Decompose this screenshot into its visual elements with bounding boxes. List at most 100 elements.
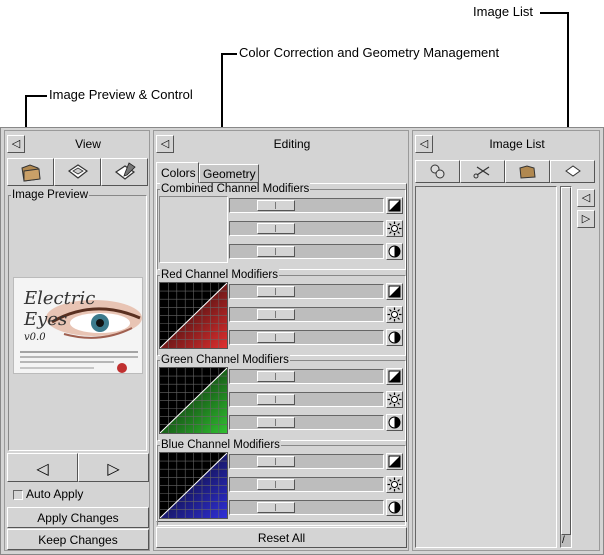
tab-colors[interactable]: Colors	[156, 162, 199, 184]
green-gamma-reset-button[interactable]	[386, 414, 403, 431]
scroll-left-icon: ◁	[581, 192, 591, 204]
tab-geometry[interactable]: Geometry	[199, 164, 259, 183]
cut-button[interactable]	[460, 160, 505, 183]
slider-thumb[interactable]	[257, 309, 295, 320]
blue-brightness-slider[interactable]	[229, 477, 384, 492]
scrollbar-thumb[interactable]	[561, 187, 571, 535]
image-thumbnail: Electric Eyes v0.0	[13, 277, 143, 374]
gamma-icon	[387, 244, 402, 259]
green-contrast-slider[interactable]	[229, 369, 384, 384]
callout-color-geometry: Color Correction and Geometry Management	[239, 45, 500, 60]
slider-thumb[interactable]	[257, 479, 295, 490]
editing-panel-title: Editing	[273, 137, 311, 151]
brightness-icon	[387, 392, 402, 407]
combined-gamma-reset-button[interactable]	[386, 243, 403, 260]
red-brightness-slider[interactable]	[229, 307, 384, 322]
save-disk-icon	[565, 165, 581, 177]
red-contrast-slider[interactable]	[229, 284, 384, 299]
callout-preview-control: Image Preview & Control	[49, 87, 193, 102]
red-contrast-reset-button[interactable]	[386, 283, 403, 300]
combined-contrast-reset-button[interactable]	[386, 197, 403, 214]
combined-curve-preview	[159, 196, 228, 263]
next-image-button[interactable]: ▷	[78, 453, 149, 482]
contrast-icon	[387, 369, 402, 384]
slider-thumb[interactable]	[257, 502, 295, 513]
auto-apply-checkbox[interactable]	[13, 490, 23, 500]
thumbnail-logo-text: Electric Eyes	[24, 288, 96, 330]
editing-panel-header: ◁ Editing	[154, 134, 408, 156]
open-button[interactable]	[505, 160, 550, 183]
green-brightness-slider[interactable]	[229, 392, 384, 407]
red-gamma-reset-button[interactable]	[386, 329, 403, 346]
tab-geometry-label: Geometry	[203, 167, 256, 181]
vertical-scrollbar[interactable]: /	[560, 186, 572, 548]
slider-thumb[interactable]	[257, 200, 295, 211]
callout-line	[221, 53, 237, 55]
collapse-panel-button[interactable]: ◁	[415, 135, 433, 153]
save-button[interactable]	[550, 160, 595, 183]
save-disk-icon	[67, 164, 89, 179]
previous-image-button[interactable]: ◁	[7, 453, 78, 482]
callout-image-list: Image List	[473, 4, 533, 19]
green-contrast-reset-button[interactable]	[386, 368, 403, 385]
gamma-icon	[387, 415, 402, 430]
slider-thumb[interactable]	[257, 286, 295, 297]
image-list-area[interactable]	[415, 186, 557, 548]
image-list-panel: ◁ Image List / ◁ ▷	[412, 130, 600, 551]
tab-colors-label: Colors	[161, 166, 196, 180]
gamma-icon	[387, 500, 402, 515]
brightness-icon	[387, 307, 402, 322]
green-brightness-reset-button[interactable]	[386, 391, 403, 408]
view-panel-header: ◁ View	[5, 134, 149, 156]
blue-gamma-reset-button[interactable]	[386, 499, 403, 516]
reset-all-button[interactable]: Reset All	[156, 527, 407, 548]
editing-panel: ◁ Editing Colors Geometry Combined Chann…	[153, 130, 409, 551]
save-button[interactable]	[54, 158, 101, 186]
slider-thumb[interactable]	[257, 417, 295, 428]
image-preview-label: Image Preview	[11, 189, 90, 202]
slider-thumb[interactable]	[257, 332, 295, 343]
next-arrow-icon: ▷	[107, 461, 120, 478]
scroll-left-button[interactable]: ◁	[577, 189, 595, 207]
red-brightness-reset-button[interactable]	[386, 306, 403, 323]
collapse-panel-button[interactable]: ◁	[156, 135, 174, 153]
scroll-right-button[interactable]: ▷	[577, 210, 595, 228]
slider-thumb[interactable]	[257, 223, 295, 234]
combined-brightness-slider[interactable]	[229, 221, 384, 236]
scroll-right-icon: ▷	[581, 213, 591, 225]
slider-thumb[interactable]	[257, 246, 295, 257]
gamma-icon	[387, 330, 402, 345]
keep-changes-button[interactable]: Keep Changes	[7, 529, 149, 550]
view-panel: ◁ View Image Preview Electric Eyes v0.0 …	[4, 130, 150, 551]
blue-contrast-reset-button[interactable]	[386, 453, 403, 470]
image-list-title: Image List	[489, 137, 545, 151]
contrast-icon	[387, 454, 402, 469]
apply-changes-label: Apply Changes	[37, 511, 119, 525]
contrast-icon	[387, 284, 402, 299]
blue-brightness-reset-button[interactable]	[386, 476, 403, 493]
select-button[interactable]	[415, 160, 460, 183]
combined-gamma-slider[interactable]	[229, 244, 384, 259]
slider-thumb[interactable]	[257, 394, 295, 405]
slider-thumb[interactable]	[257, 371, 295, 382]
cut-icon	[473, 166, 490, 179]
combined-contrast-slider[interactable]	[229, 198, 384, 213]
combined-brightness-reset-button[interactable]	[386, 220, 403, 237]
open-button[interactable]	[7, 158, 54, 186]
blue-contrast-slider[interactable]	[229, 454, 384, 469]
apply-changes-button[interactable]: Apply Changes	[7, 507, 149, 528]
brightness-icon	[387, 221, 402, 236]
green-gamma-slider[interactable]	[229, 415, 384, 430]
image-list-header: ◁ Image List	[413, 134, 599, 156]
collapse-panel-button[interactable]: ◁	[7, 135, 25, 153]
blue-gamma-slider[interactable]	[229, 500, 384, 515]
red-curve-preview	[159, 282, 228, 349]
blue-channel-label: Blue Channel Modifiers	[160, 439, 281, 452]
slider-thumb[interactable]	[257, 456, 295, 467]
callout-line	[25, 95, 47, 97]
save-as-button[interactable]	[101, 158, 148, 186]
red-gamma-slider[interactable]	[229, 330, 384, 345]
auto-apply-label: Auto Apply	[26, 487, 84, 501]
contrast-icon	[387, 198, 402, 213]
select-icon	[430, 164, 445, 179]
